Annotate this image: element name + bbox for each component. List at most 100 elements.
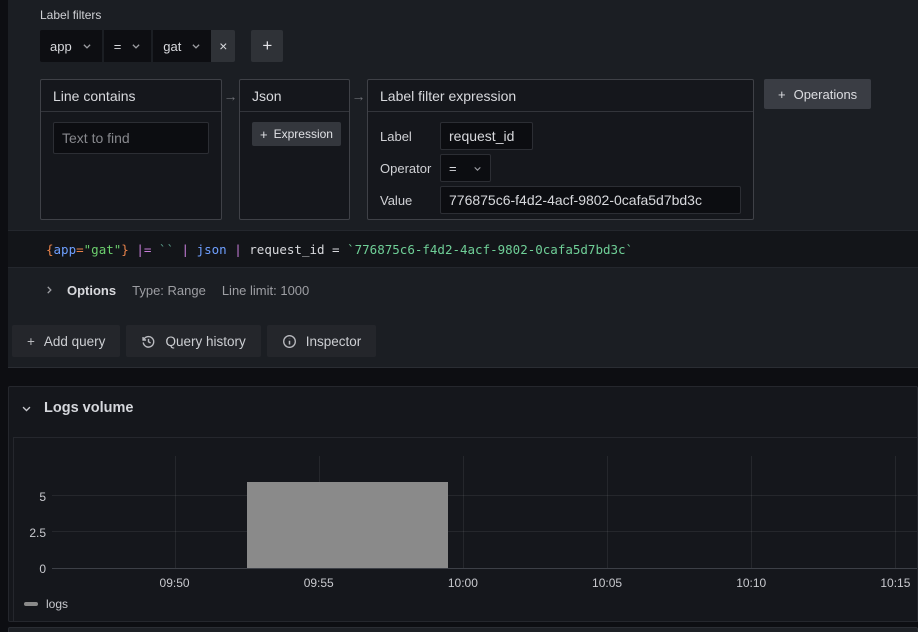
value-field-row: Value <box>380 186 741 214</box>
query-preview: {app="gat"} |= `` | json | request_id = … <box>8 230 918 268</box>
remove-filter-button[interactable]: × <box>211 30 235 62</box>
options-label: Options <box>67 283 116 298</box>
options-row: Options Type: Range Line limit: 1000 <box>44 280 309 300</box>
logs-volume-header[interactable]: Logs volume <box>21 400 133 416</box>
legend-series-logs[interactable]: logs <box>46 597 68 611</box>
next-panel-edge <box>8 627 918 632</box>
gridline <box>751 456 752 568</box>
y-axis-labels: 02.55 <box>14 456 46 569</box>
operation-card-label-filter-expression: Label filter expression Label Operator = <box>367 79 754 220</box>
query-token <box>189 242 197 257</box>
operation-body: + Expression <box>240 112 349 156</box>
options-line-limit: Line limit: 1000 <box>222 283 309 298</box>
chevron-down-icon <box>131 41 141 51</box>
plus-icon: + <box>27 334 35 349</box>
logs-volume-bar <box>247 482 449 568</box>
chevron-down-icon <box>473 164 482 173</box>
field-label: Value <box>380 193 440 208</box>
operator-field-select[interactable]: = <box>440 154 491 182</box>
operation-title: Json <box>240 80 349 112</box>
query-token: app <box>54 242 77 257</box>
query-token: |= <box>136 242 151 257</box>
query-history-label: Query history <box>165 334 245 349</box>
query-token: `` <box>151 242 174 257</box>
logs-volume-title: Logs volume <box>44 400 133 416</box>
plus-icon: + <box>260 127 268 142</box>
operation-card-line-contains: Line contains <box>40 79 222 220</box>
operation-body: Label Operator = Value <box>368 112 753 224</box>
x-tick-label: 09:50 <box>160 576 190 590</box>
label-filter-row: app = gat × + <box>40 30 283 62</box>
chevron-down-icon <box>82 41 92 51</box>
gridline <box>607 456 608 568</box>
query-token: } <box>121 242 129 257</box>
operation-card-json: Json + Expression <box>239 79 350 220</box>
history-icon <box>141 334 156 349</box>
y-tick-label: 5 <box>39 491 46 503</box>
x-tick-label: 10:00 <box>448 576 478 590</box>
grafana-explore-screen: Label filters app = gat × <box>0 0 918 632</box>
options-expander[interactable]: Options <box>44 283 116 298</box>
query-token: | <box>234 242 242 257</box>
query-token: request_id = <box>242 242 347 257</box>
add-query-label: Add query <box>44 334 106 349</box>
query-token <box>227 242 235 257</box>
gridline <box>895 456 896 568</box>
label-operator-value: = <box>114 39 122 54</box>
gridline <box>52 531 917 532</box>
label-name-select[interactable]: app <box>40 30 102 62</box>
query-token: | <box>182 242 190 257</box>
chart-legend: logs <box>24 597 68 611</box>
add-operations-button[interactable]: + Operations <box>764 79 871 109</box>
chevron-down-icon <box>21 403 32 414</box>
close-icon: × <box>219 38 227 54</box>
logs-volume-chart: 02.55 09:50 09:55 10:00 10:05 10:10 10:15 log… <box>13 437 918 622</box>
query-toolbar: + Add query Query history <box>12 325 376 357</box>
label-operator-select[interactable]: = <box>104 30 152 62</box>
label-value-value: gat <box>163 39 181 54</box>
label-field-input[interactable] <box>440 122 533 150</box>
x-axis-labels: 09:50 09:55 10:00 10:05 10:10 10:15 <box>52 576 917 590</box>
arrow-right-icon: → <box>222 88 239 104</box>
info-icon <box>282 334 297 349</box>
add-filter-button[interactable]: + <box>251 30 283 62</box>
query-token: `776875c6-f4d2-4acf-9802-0cafa5d7bd3c` <box>347 242 633 257</box>
legend-swatch <box>24 602 38 606</box>
operation-body <box>41 112 221 164</box>
operation-title: Line contains <box>41 80 221 112</box>
x-tick-label: 10:05 <box>592 576 622 590</box>
x-tick-label: 10:15 <box>880 576 910 590</box>
query-history-button[interactable]: Query history <box>126 325 260 357</box>
label-value-select[interactable]: gat <box>153 30 211 62</box>
gridline <box>463 456 464 568</box>
label-field-row: Label <box>380 122 741 150</box>
query-token <box>129 242 137 257</box>
plot-area <box>52 456 917 569</box>
options-type: Type: Range <box>132 283 206 298</box>
arrow-right-icon: → <box>350 88 367 104</box>
x-tick-label: 10:10 <box>736 576 766 590</box>
plus-icon: + <box>262 36 272 56</box>
logs-volume-panel: Logs volume 02.55 09:50 09:55 10:00 10:05 10… <box>8 386 918 622</box>
label-name-value: app <box>50 39 72 54</box>
operation-title: Label filter expression <box>368 80 753 112</box>
field-label: Label <box>380 129 440 144</box>
label-filters-title: Label filters <box>40 8 101 22</box>
add-expression-button[interactable]: + Expression <box>252 122 341 146</box>
plus-icon: + <box>778 87 786 102</box>
line-contains-input[interactable] <box>53 122 209 154</box>
query-token: "gat" <box>84 242 122 257</box>
inspector-label: Inspector <box>306 334 362 349</box>
chevron-down-icon <box>191 41 201 51</box>
inspector-button[interactable]: Inspector <box>267 325 377 357</box>
query-token: json <box>197 242 227 257</box>
operator-field-value: = <box>449 161 457 176</box>
query-token <box>174 242 182 257</box>
x-tick-label: 09:55 <box>304 576 334 590</box>
operations-button-label: Operations <box>794 87 858 102</box>
value-field-input[interactable] <box>440 186 741 214</box>
query-token: { <box>46 242 54 257</box>
add-expression-label: Expression <box>274 127 333 141</box>
query-editor-section: Label filters app = gat × <box>8 0 918 368</box>
add-query-button[interactable]: + Add query <box>12 325 120 357</box>
